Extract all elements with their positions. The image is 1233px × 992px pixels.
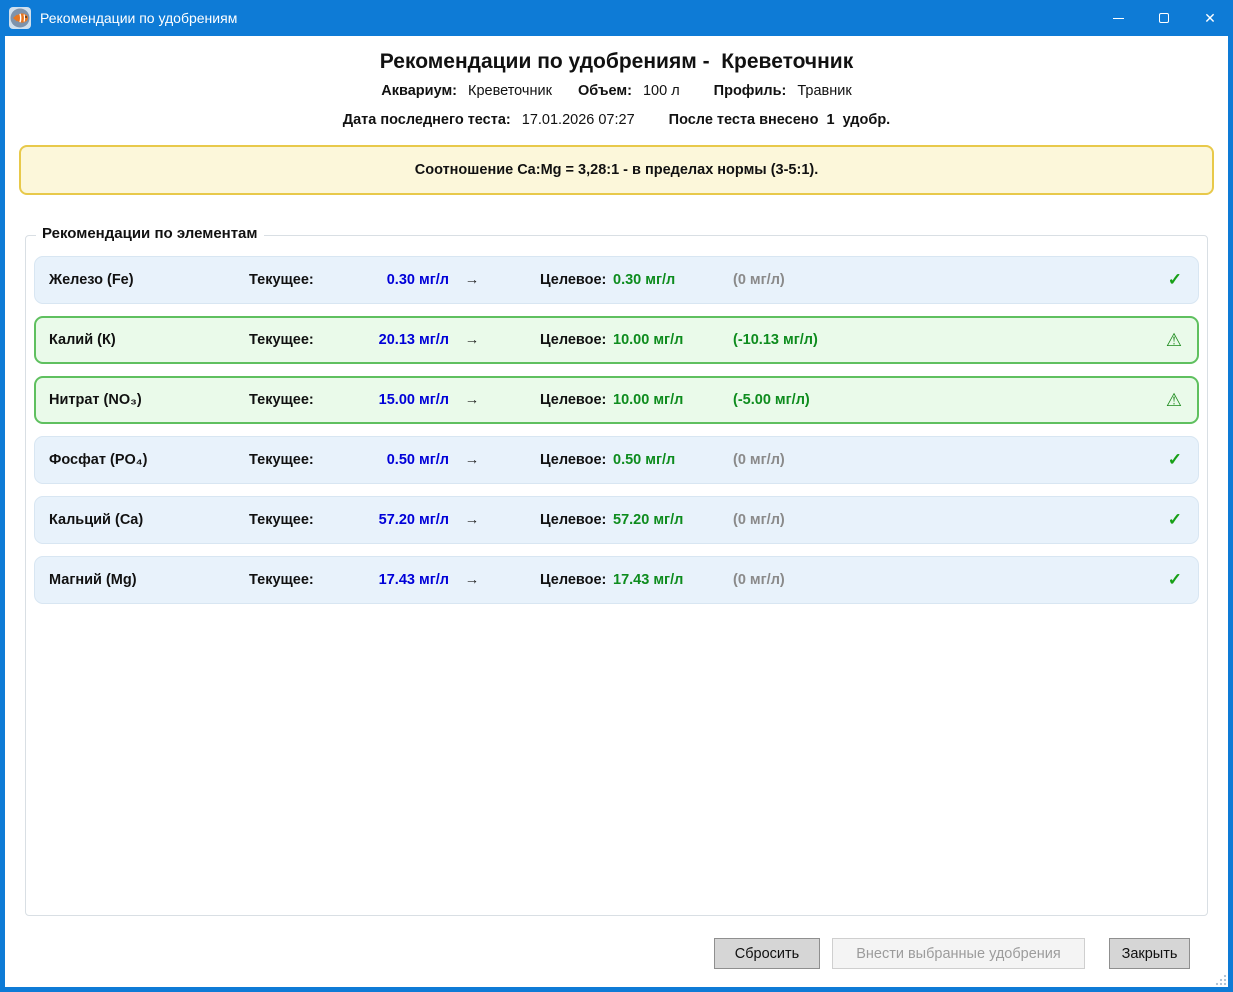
element-name: Железо (Fe)	[49, 272, 249, 288]
delta-value: (-10.13 мг/л)	[733, 332, 893, 348]
reset-button[interactable]: Сбросить	[714, 938, 820, 969]
current-label: Текущее:	[249, 272, 339, 288]
current-value: 0.50 мг/л	[339, 452, 449, 468]
resize-grip-icon[interactable]	[1213, 972, 1227, 986]
target-label: Целевое:	[495, 392, 613, 408]
target-label: Целевое:	[495, 332, 613, 348]
window-title: Рекомендации по удобрениям	[40, 10, 237, 26]
element-row-k[interactable]: Калий (К) Текущее: 20.13 мг/л → Целевое:…	[34, 316, 1199, 364]
element-row-fe[interactable]: Железо (Fe) Текущее: 0.30 мг/л → Целевое…	[34, 256, 1199, 304]
current-value: 17.43 мг/л	[339, 572, 449, 588]
warning-icon: ⚠	[1156, 390, 1182, 411]
current-label: Текущее:	[249, 392, 339, 408]
target-value: 0.30 мг/л	[613, 272, 733, 288]
profile-label: Профиль:	[714, 83, 787, 99]
arrow-icon: →	[449, 392, 495, 408]
current-label: Текущее:	[249, 572, 339, 588]
title-bar: Рекомендации по удобрениям ✕	[0, 0, 1233, 36]
current-value: 57.20 мг/л	[339, 512, 449, 528]
delta-value: (-5.00 мг/л)	[733, 392, 893, 408]
arrow-icon: →	[449, 512, 495, 528]
element-row-mg[interactable]: Магний (Mg) Текущее: 17.43 мг/л → Целево…	[34, 556, 1199, 604]
aquarium-info-line: Аквариум: Креветочник Объем: 100 л Профи…	[19, 83, 1214, 99]
target-value: 17.43 мг/л	[613, 572, 733, 588]
aquarium-value: Креветочник	[468, 83, 552, 99]
delta-value: (0 мг/л)	[733, 512, 893, 528]
target-value: 57.20 мг/л	[613, 512, 733, 528]
current-value: 0.30 мг/л	[339, 272, 449, 288]
current-label: Текущее:	[249, 452, 339, 468]
delta-value: (0 мг/л)	[733, 572, 893, 588]
maximize-button[interactable]	[1141, 0, 1187, 36]
maximize-icon	[1159, 13, 1169, 23]
close-icon: ✕	[1204, 10, 1216, 27]
app-fish-icon	[9, 7, 31, 29]
target-label: Целевое:	[495, 452, 613, 468]
element-row-no3[interactable]: Нитрат (NO₃) Текущее: 15.00 мг/л → Целев…	[34, 376, 1199, 424]
arrow-icon: →	[449, 572, 495, 588]
last-test-value: 17.01.2026 07:27	[522, 112, 635, 128]
arrow-icon: →	[449, 452, 495, 468]
apply-fertilizers-button[interactable]: Внести выбранные удобрения	[832, 938, 1085, 969]
delta-value: (0 мг/л)	[733, 452, 893, 468]
element-name: Фосфат (PO₄)	[49, 452, 249, 468]
target-value: 10.00 мг/л	[613, 392, 733, 408]
arrow-icon: →	[449, 272, 495, 288]
current-label: Текущее:	[249, 512, 339, 528]
check-icon: ✓	[1156, 570, 1182, 590]
element-row-po4[interactable]: Фосфат (PO₄) Текущее: 0.50 мг/л → Целево…	[34, 436, 1199, 484]
element-name: Магний (Mg)	[49, 572, 249, 588]
app-window: Рекомендации по удобрениям ✕ Рекомендаци…	[0, 0, 1233, 992]
warning-icon: ⚠	[1156, 330, 1182, 351]
ca-mg-ratio-alert: Соотношение Ca:Mg = 3,28:1 - в пределах …	[19, 145, 1214, 195]
element-name: Калий (К)	[49, 332, 249, 348]
test-info-line: Дата последнего теста: 17.01.2026 07:27 …	[19, 112, 1214, 128]
groupbox-title: Рекомендации по элементам	[36, 225, 264, 242]
page-title: Рекомендации по удобрениям - Креветочник	[19, 50, 1214, 74]
current-value: 20.13 мг/л	[339, 332, 449, 348]
delta-value: (0 мг/л)	[733, 272, 893, 288]
target-value: 0.50 мг/л	[613, 452, 733, 468]
last-test-label: Дата последнего теста:	[343, 112, 511, 128]
check-icon: ✓	[1156, 450, 1182, 470]
recommendations-groupbox: Рекомендации по элементам Железо (Fe) Те…	[25, 235, 1208, 916]
after-test-text: После теста внесено 1 удобр.	[669, 112, 891, 128]
current-value: 15.00 мг/л	[339, 392, 449, 408]
element-name: Нитрат (NO₃)	[49, 392, 249, 408]
close-dialog-button[interactable]: Закрыть	[1109, 938, 1190, 969]
profile-value: Травник	[797, 83, 851, 99]
target-value: 10.00 мг/л	[613, 332, 733, 348]
check-icon: ✓	[1156, 510, 1182, 530]
ca-mg-ratio-text: Соотношение Ca:Mg = 3,28:1 - в пределах …	[415, 162, 819, 178]
button-bar: Сбросить Внести выбранные удобрения Закр…	[19, 938, 1214, 987]
minimize-icon	[1113, 18, 1124, 19]
check-icon: ✓	[1156, 270, 1182, 290]
volume-label: Объем:	[578, 83, 632, 99]
current-label: Текущее:	[249, 332, 339, 348]
element-row-ca[interactable]: Кальций (Ca) Текущее: 57.20 мг/л → Целев…	[34, 496, 1199, 544]
aquarium-label: Аквариум:	[381, 83, 457, 99]
target-label: Целевое:	[495, 272, 613, 288]
dialog-content: Рекомендации по удобрениям - Креветочник…	[5, 36, 1228, 987]
minimize-button[interactable]	[1095, 0, 1141, 36]
volume-value: 100 л	[643, 83, 680, 99]
element-name: Кальций (Ca)	[49, 512, 249, 528]
target-label: Целевое:	[495, 572, 613, 588]
target-label: Целевое:	[495, 512, 613, 528]
close-button[interactable]: ✕	[1187, 0, 1233, 36]
arrow-icon: →	[449, 332, 495, 348]
